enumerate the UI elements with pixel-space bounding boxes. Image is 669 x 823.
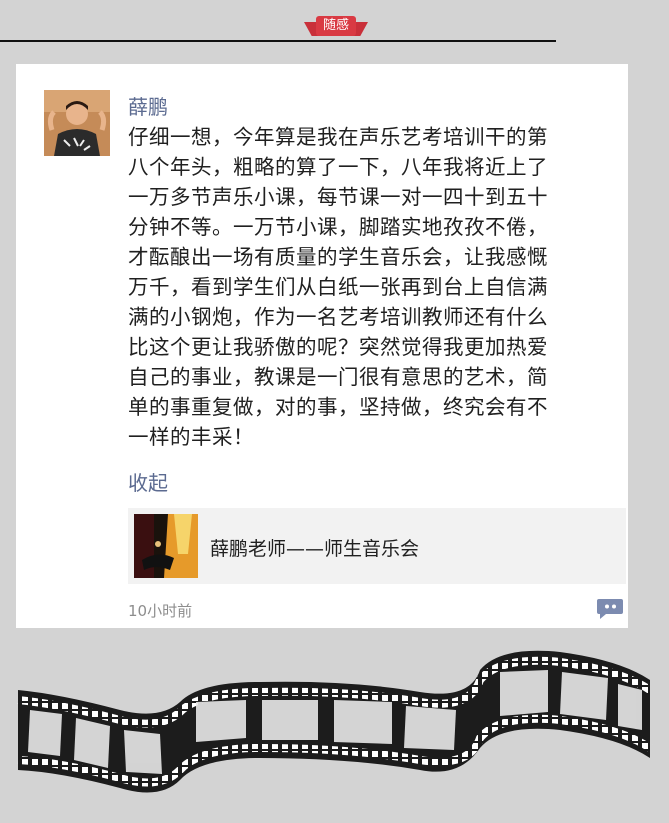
post-text: 仔细一想，今年算是我在声乐艺考培训干的第 八个年头，粗略的算了一下，八年我将近上… [128, 125, 548, 449]
avatar[interactable] [44, 90, 110, 156]
comment-button[interactable] [596, 598, 624, 620]
post-timestamp: 10小时前 [128, 602, 193, 620]
moment-post-card: 薛鹏 仔细一想，今年算是我在声乐艺考培训干的第 八个年头，粗略的算了一下，八年我… [16, 64, 628, 628]
link-thumbnail [134, 514, 198, 578]
film-strip-decoration [17, 650, 653, 793]
avatar-photo [44, 90, 110, 156]
header-divider [0, 40, 556, 42]
comment-bubble-icon [597, 599, 623, 619]
link-title: 薛鹏老师——师生音乐会 [210, 538, 420, 560]
tag-label: 随感 [316, 16, 356, 36]
concert-stage-image [134, 514, 198, 578]
shared-link-card[interactable]: 薛鹏老师——师生音乐会 [128, 508, 626, 584]
author-name[interactable]: 薛鹏 [128, 91, 168, 120]
collapse-link[interactable]: 收起 [128, 467, 168, 496]
section-tag: 随感 [304, 16, 368, 40]
